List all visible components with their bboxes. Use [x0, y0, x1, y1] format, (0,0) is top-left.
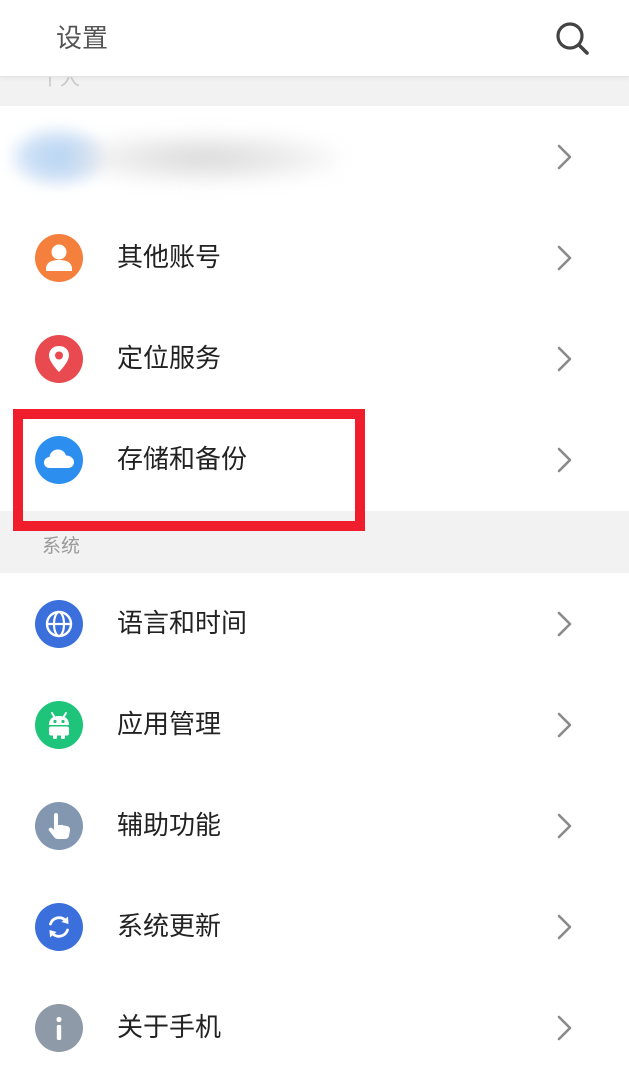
search-icon	[556, 22, 589, 55]
language-icon-badge	[35, 600, 83, 648]
settings-screen: 设置 个人 其他账号 定位服务 存储和备份 系统 语言和时间 应用管理 辅助功能…	[0, 0, 629, 1080]
settings-item-label: 系统更新	[117, 912, 222, 942]
settings-item-label: 定位服务	[117, 344, 222, 374]
settings-item-label: 语言和时间	[117, 609, 248, 639]
refresh-icon	[49, 916, 69, 938]
settings-item-label: 辅助功能	[117, 811, 222, 841]
accessibility-icon-badge	[35, 802, 83, 850]
location-icon-badge	[35, 335, 83, 383]
settings-item-label: 应用管理	[117, 710, 222, 740]
person-icon	[46, 244, 72, 271]
settings-item-other-accounts[interactable]: 其他账号	[0, 207, 629, 309]
chevron-right-icon	[557, 712, 572, 738]
chevron-right-icon	[557, 346, 572, 372]
settings-item-location[interactable]: 定位服务	[0, 308, 629, 410]
personal-section: 其他账号 定位服务 存储和备份	[0, 106, 629, 511]
chevron-right-icon	[557, 813, 572, 839]
settings-item-storage-backup[interactable]: 存储和备份	[0, 409, 629, 511]
chevron-right-icon	[557, 1015, 572, 1041]
chevron-right-icon	[557, 611, 572, 637]
about-phone-icon-badge	[35, 1004, 83, 1052]
hand-pointer-icon	[48, 813, 70, 839]
android-icon	[49, 712, 69, 739]
settings-item-system-update[interactable]: 系统更新	[0, 876, 629, 978]
settings-item-app-management[interactable]: 应用管理	[0, 674, 629, 776]
settings-item-label: 其他账号	[117, 243, 222, 273]
blurred-profile	[0, 106, 629, 208]
account-name-blurred	[70, 132, 340, 184]
location-pin-icon	[49, 346, 69, 372]
chevron-right-icon	[557, 447, 572, 473]
storage-icon-badge	[35, 436, 83, 484]
other-accounts-icon-badge	[35, 234, 83, 282]
info-icon	[56, 1016, 62, 1040]
settings-item-label: 关于手机	[117, 1013, 222, 1043]
system-update-icon-badge	[35, 903, 83, 951]
globe-icon	[45, 610, 73, 638]
search-button[interactable]	[552, 18, 592, 58]
chevron-right-icon	[557, 144, 572, 170]
settings-item-label: 存储和备份	[117, 445, 248, 475]
page-title: 设置	[56, 24, 109, 54]
chevron-right-icon	[557, 245, 572, 271]
settings-item-language-time[interactable]: 语言和时间	[0, 573, 629, 675]
app-header: 设置	[0, 0, 629, 77]
app-management-icon-badge	[35, 701, 83, 749]
section-label-system: 系统	[42, 535, 81, 557]
cloud-icon	[44, 449, 74, 468]
settings-item-accessibility[interactable]: 辅助功能	[0, 775, 629, 877]
settings-item-about-phone[interactable]: 关于手机	[0, 977, 629, 1079]
chevron-right-icon	[557, 914, 572, 940]
system-section: 语言和时间 应用管理 辅助功能 系统更新 关于手机	[0, 573, 629, 1080]
account-profile-row[interactable]	[0, 106, 629, 208]
